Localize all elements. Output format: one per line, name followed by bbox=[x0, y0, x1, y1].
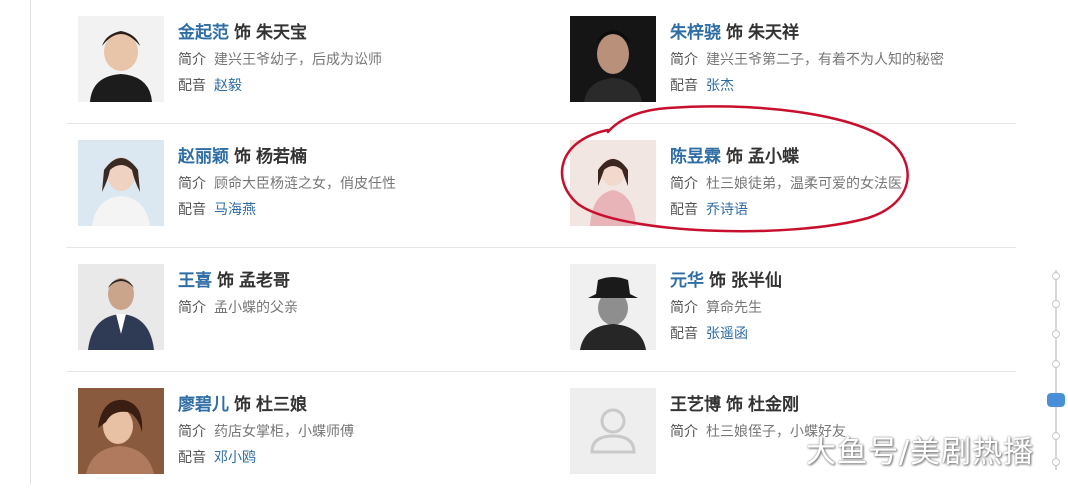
role-name: 朱天宝 bbox=[256, 23, 307, 43]
role-word: 饰 bbox=[234, 147, 251, 167]
intro-text: 药店女掌柜，小蝶师傅 bbox=[214, 424, 354, 440]
actor-name-link[interactable]: 廖碧儿 bbox=[178, 395, 229, 415]
intro-label: 简介 bbox=[178, 176, 206, 192]
name-line: 王艺博饰杜金刚 bbox=[670, 390, 799, 415]
voice-actor-link[interactable]: 张杰 bbox=[706, 78, 734, 94]
actor-name-link[interactable]: 元华 bbox=[670, 271, 704, 291]
actor-photo[interactable] bbox=[570, 16, 656, 102]
role-name: 张半仙 bbox=[731, 271, 782, 291]
cast-card: 元华饰张半仙 简介 算命先生 配音 张遥函 bbox=[570, 262, 1040, 352]
intro-line: 简介 建兴王爷幼子，后成为讼师 bbox=[178, 49, 382, 69]
intro-line: 简介 算命先生 bbox=[670, 297, 762, 317]
actor-name-link[interactable]: 金起范 bbox=[178, 23, 229, 43]
intro-text: 顾命大臣杨涟之女，俏皮任性 bbox=[214, 176, 396, 192]
role-word: 饰 bbox=[234, 23, 251, 43]
intro-label: 简介 bbox=[670, 52, 698, 68]
actor-photo[interactable] bbox=[78, 140, 164, 226]
name-line: 廖碧儿饰杜三娘 bbox=[178, 390, 307, 415]
intro-label: 简介 bbox=[178, 300, 206, 316]
timeline-nav bbox=[1047, 270, 1065, 470]
cast-card: 廖碧儿饰杜三娘 简介 药店女掌柜，小蝶师傅 配音 邓小鸥 bbox=[78, 386, 548, 476]
timeline-dot[interactable] bbox=[1052, 300, 1060, 308]
actor-name-link[interactable]: 朱梓骁 bbox=[670, 23, 721, 43]
voice-line: 配音 赵毅 bbox=[178, 75, 242, 95]
actor-photo[interactable] bbox=[78, 16, 164, 102]
voice-label: 配音 bbox=[178, 450, 206, 466]
timeline-dot[interactable] bbox=[1052, 330, 1060, 338]
role-word: 饰 bbox=[709, 271, 726, 291]
role-name: 杨若楠 bbox=[256, 147, 307, 167]
role-name: 孟老哥 bbox=[239, 271, 290, 291]
voice-label: 配音 bbox=[670, 326, 698, 342]
cast-card: 赵丽颖饰杨若楠 简介 顾命大臣杨涟之女，俏皮任性 配音 马海燕 bbox=[78, 138, 548, 228]
role-name: 杜金刚 bbox=[748, 395, 799, 415]
intro-text: 建兴王爷幼子，后成为讼师 bbox=[214, 52, 382, 68]
intro-line: 简介 药店女掌柜，小蝶师傅 bbox=[178, 421, 354, 441]
timeline-dot[interactable] bbox=[1052, 458, 1060, 466]
default-avatar-icon[interactable] bbox=[570, 388, 656, 474]
timeline-dot[interactable] bbox=[1052, 432, 1060, 440]
voice-line: 配音 邓小鸥 bbox=[178, 447, 256, 467]
cast-card: 朱梓骁饰朱天祥 简介 建兴王爷第二子，有着不为人知的秘密 配音 张杰 bbox=[570, 14, 1040, 104]
actor-photo[interactable] bbox=[570, 264, 656, 350]
voice-actor-link[interactable]: 赵毅 bbox=[214, 78, 242, 94]
intro-label: 简介 bbox=[670, 300, 698, 316]
actor-photo[interactable] bbox=[78, 264, 164, 350]
intro-line: 简介 建兴王爷第二子，有着不为人知的秘密 bbox=[670, 49, 944, 69]
voice-actor-link[interactable]: 马海燕 bbox=[214, 202, 256, 218]
intro-text: 建兴王爷第二子，有着不为人知的秘密 bbox=[706, 52, 944, 68]
timeline-current-handle[interactable] bbox=[1047, 393, 1065, 407]
annotation-circle bbox=[560, 105, 909, 233]
voice-line: 配音 张杰 bbox=[670, 75, 734, 95]
role-word: 饰 bbox=[217, 271, 234, 291]
role-word: 饰 bbox=[726, 23, 743, 43]
actor-name-link[interactable]: 王艺博 bbox=[670, 395, 721, 415]
left-divider bbox=[30, 0, 31, 485]
cast-row: 王喜饰孟老哥 简介 孟小蝶的父亲 元华饰张半仙 简介 算命先生 配音 张遥函 bbox=[66, 248, 1016, 372]
voice-label: 配音 bbox=[670, 78, 698, 94]
role-name: 朱天祥 bbox=[748, 23, 799, 43]
actor-name-link[interactable]: 赵丽颖 bbox=[178, 147, 229, 167]
role-word: 饰 bbox=[726, 395, 743, 415]
intro-text: 孟小蝶的父亲 bbox=[214, 300, 298, 316]
intro-label: 简介 bbox=[670, 424, 698, 440]
voice-actor-link[interactable]: 邓小鸥 bbox=[214, 450, 256, 466]
intro-label: 简介 bbox=[178, 424, 206, 440]
intro-text: 算命先生 bbox=[706, 300, 762, 316]
name-line: 赵丽颖饰杨若楠 bbox=[178, 142, 307, 167]
actor-photo[interactable] bbox=[78, 388, 164, 474]
voice-line: 配音 马海燕 bbox=[178, 199, 256, 219]
timeline-dot[interactable] bbox=[1052, 360, 1060, 368]
name-line: 朱梓骁饰朱天祥 bbox=[670, 18, 799, 43]
voice-line: 配音 张遥函 bbox=[670, 323, 748, 343]
intro-line: 简介 顾命大臣杨涟之女，俏皮任性 bbox=[178, 173, 396, 193]
name-line: 金起范饰朱天宝 bbox=[178, 18, 307, 43]
name-line: 王喜饰孟老哥 bbox=[178, 266, 290, 291]
watermark: 大鱼号/美剧热播 bbox=[806, 435, 1035, 470]
voice-actor-link[interactable]: 张遥函 bbox=[706, 326, 748, 342]
intro-label: 简介 bbox=[178, 52, 206, 68]
voice-label: 配音 bbox=[178, 202, 206, 218]
cast-card: 金起范饰朱天宝 简介 建兴王爷幼子，后成为讼师 配音 赵毅 bbox=[78, 14, 548, 104]
role-word: 饰 bbox=[234, 395, 251, 415]
timeline-dot[interactable] bbox=[1052, 272, 1060, 280]
cast-list: 金起范饰朱天宝 简介 建兴王爷幼子，后成为讼师 配音 赵毅 朱梓骁饰朱天祥 简介 建兴… bbox=[66, 0, 1016, 495]
cast-card: 王喜饰孟老哥 简介 孟小蝶的父亲 bbox=[78, 262, 548, 352]
actor-name-link[interactable]: 王喜 bbox=[178, 271, 212, 291]
intro-line: 简介 孟小蝶的父亲 bbox=[178, 297, 298, 317]
name-line: 元华饰张半仙 bbox=[670, 266, 782, 291]
role-name: 杜三娘 bbox=[256, 395, 307, 415]
voice-label: 配音 bbox=[178, 78, 206, 94]
